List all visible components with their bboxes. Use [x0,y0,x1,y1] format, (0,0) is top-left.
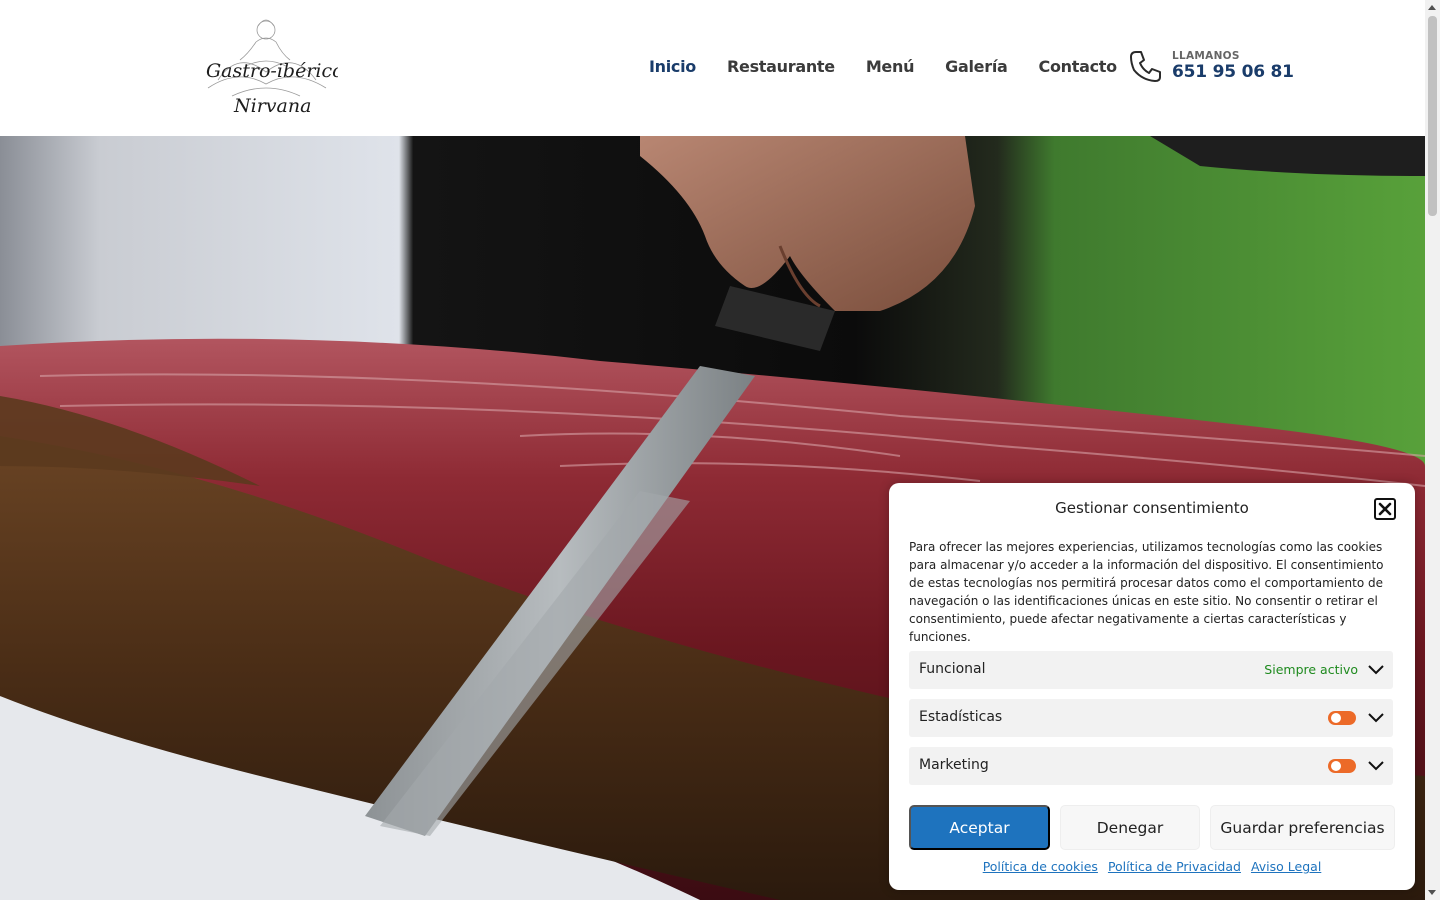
marketing-toggle[interactable] [1328,759,1356,773]
category-label: Estadísticas [919,709,1003,725]
phone-icon [1130,51,1161,82]
estadisticas-toggle[interactable] [1328,711,1356,725]
logo-line1: Gastro-ibérico [206,60,338,82]
cookie-consent-dialog: Gestionar consentimiento Para ofrecer la… [889,483,1415,890]
privacy-policy-link[interactable]: Política de Privacidad [1108,859,1241,874]
nav-contacto[interactable]: Contacto [1039,56,1118,78]
consent-close-button[interactable] [1374,498,1396,520]
site-header: Gastro-ibérico Nirvana Inicio Restaurant… [0,0,1425,136]
category-label: Funcional [919,661,986,677]
consent-category-estadisticas[interactable]: Estadísticas [909,699,1393,737]
consent-links: Política de cookies Política de Privacid… [889,859,1415,874]
site-logo[interactable]: Gastro-ibérico Nirvana [198,10,344,122]
scroll-down-arrow-icon[interactable] [1428,890,1436,895]
nav-inicio[interactable]: Inicio [649,56,696,78]
nav-galeria[interactable]: Galería [945,56,1008,78]
page-scrollbar[interactable] [1425,0,1440,900]
main-nav: Inicio Restaurante Menú Galería Contacto [649,56,1117,78]
phone-number[interactable]: 651 95 06 81 [1172,62,1294,82]
logo-emblem: Gastro-ibérico Nirvana [206,19,344,117]
chevron-down-icon[interactable] [1367,710,1385,726]
chevron-down-icon[interactable] [1367,662,1385,678]
nav-restaurante[interactable]: Restaurante [727,56,835,78]
cookie-policy-link[interactable]: Política de cookies [983,859,1098,874]
consent-category-marketing[interactable]: Marketing [909,747,1393,785]
nav-menu[interactable]: Menú [866,56,915,78]
consent-category-funcional[interactable]: Funcional Siempre activo [909,651,1393,689]
scroll-thumb[interactable] [1428,16,1437,216]
logo-line2: Nirvana [233,95,311,117]
consent-title: Gestionar consentimiento [1055,499,1249,517]
category-label: Marketing [919,757,989,773]
phone-kicker: LLAMANOS [1172,50,1240,62]
accept-button[interactable]: Aceptar [909,805,1050,850]
deny-button[interactable]: Denegar [1060,805,1200,850]
category-status: Siempre activo [1264,662,1358,677]
chevron-down-icon[interactable] [1367,758,1385,774]
save-preferences-button[interactable]: Guardar preferencias [1210,805,1395,850]
close-icon [1378,502,1392,516]
scroll-up-arrow-icon[interactable] [1428,5,1436,10]
consent-description: Para ofrecer las mejores experiencias, u… [909,540,1384,644]
legal-notice-link[interactable]: Aviso Legal [1251,859,1321,874]
header-phone[interactable]: LLAMANOS 651 95 06 81 [1128,46,1294,90]
